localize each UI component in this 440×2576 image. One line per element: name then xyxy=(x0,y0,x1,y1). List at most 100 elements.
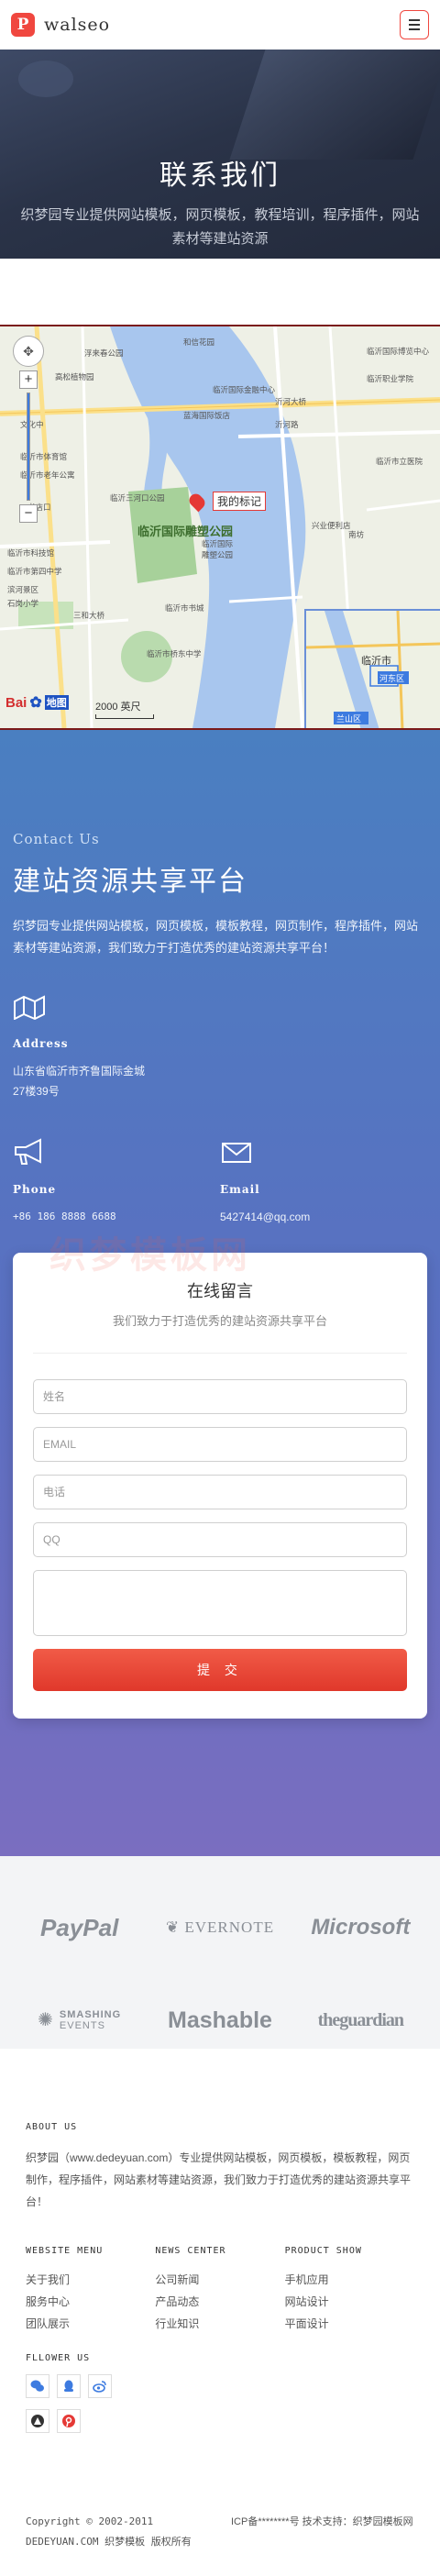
baidu-map[interactable]: 浮来春公园 高松植物园 文化中 临沂市体育馆 临沂市老年公寓 临沂市科技馆 临沂… xyxy=(0,325,440,730)
map-label: 兴业便利店 xyxy=(312,521,351,531)
map-label: 石岗小学 xyxy=(7,599,39,609)
map-label: 高松植物园 xyxy=(55,372,94,382)
map-zoom-out-button[interactable]: − xyxy=(19,504,38,523)
smashing-icon: ✺ xyxy=(38,2010,54,2030)
wechat-icon[interactable] xyxy=(26,2374,50,2398)
map-label: 临沂职业学院 xyxy=(367,374,414,384)
footer-link[interactable]: 产品动态 xyxy=(155,2291,284,2313)
footer-col-product: PRODUCT SHOW 手机应用 网站设计 平面设计 xyxy=(285,2246,414,2335)
map-label: 临沂市科技馆 xyxy=(7,548,54,558)
menu-toggle-button[interactable] xyxy=(400,10,429,39)
paypal-logo[interactable]: PayPal xyxy=(40,1914,118,1942)
mashable-logo[interactable]: Mashable xyxy=(168,2007,272,2034)
hamburger-icon xyxy=(409,19,420,21)
partner-logos: PayPal ❦ EVERNOTE Microsoft ✺ SMASHING E… xyxy=(0,1856,440,2049)
icp-text[interactable]: ICP备********号 技术支持：织梦园模板网 xyxy=(231,2512,414,2552)
phone-label: Phone xyxy=(13,1183,57,1196)
guardian-logo[interactable]: theguardian xyxy=(318,2010,404,2031)
name-input[interactable] xyxy=(33,1379,407,1414)
footer-link[interactable]: 关于我们 xyxy=(26,2269,155,2291)
phone-input[interactable] xyxy=(33,1475,407,1509)
email-label: Email xyxy=(220,1183,260,1196)
marker-label[interactable]: 我的标记 xyxy=(213,492,267,511)
map-label: 浮来春公园 xyxy=(84,348,124,359)
hero-background-cup xyxy=(18,61,73,97)
hero-subtitle: 织梦园专业提供网站模板，网页模板，教程培训，程序插件，网站素材等建站资源 xyxy=(20,207,420,247)
watermark: 织梦模板网 xyxy=(50,1234,251,1277)
evernote-icon: ❦ xyxy=(165,1918,181,1936)
footer-link[interactable]: 行业知识 xyxy=(155,2313,284,2335)
footer-link[interactable]: 平面设计 xyxy=(285,2313,414,2335)
baidu-logo-text: Bai xyxy=(6,694,28,711)
evernote-text: EVERNOTE xyxy=(184,1918,275,1936)
contact-eyebrow: Contact Us xyxy=(13,831,100,847)
map-overview[interactable]: 临沂市 河东区 兰山区 xyxy=(304,609,440,728)
message-form: 织梦模板网 在线留言 我们致力于打造优秀的建站资源共享平台 提 交 xyxy=(13,1234,427,1719)
weibo-icon[interactable] xyxy=(88,2374,112,2398)
footer-link[interactable]: 网站设计 xyxy=(285,2291,414,2313)
copyright-text: Copyright © 2002-2011 DEDEYUAN.COM 织梦模板 … xyxy=(26,2515,192,2548)
map-label: 临沂三河口公园 xyxy=(110,493,165,503)
envelope-icon xyxy=(222,1143,251,1163)
footer-link[interactable]: 手机应用 xyxy=(285,2269,414,2291)
contact-info-row: Phone +86 186 8888 6688 Email 5427414@qq… xyxy=(13,1138,427,1227)
smashing-logo[interactable]: ✺ SMASHING EVENTS xyxy=(38,2009,121,2031)
footer-link[interactable]: 服务中心 xyxy=(26,2291,155,2313)
message-textarea[interactable] xyxy=(33,1570,407,1636)
overview-district: 兰山区 xyxy=(336,713,361,724)
follow-heading: FLLOWER US xyxy=(26,2353,91,2363)
form-title: 在线留言 xyxy=(187,1282,253,1300)
address-label: Address xyxy=(13,1037,69,1050)
email-block: Email 5427414@qq.com xyxy=(220,1138,427,1227)
footer-col-news: NEWS CENTER 公司新闻 产品动态 行业知识 xyxy=(155,2246,284,2335)
form-subtitle: 我们致力于打造优秀的建站资源共享平台 xyxy=(33,1311,407,1354)
copyright-bar: Copyright © 2002-2011 DEDEYUAN.COM 织梦模板 … xyxy=(26,2512,414,2576)
page-title: 联系我们 xyxy=(160,160,280,191)
email-value[interactable]: 5427414@qq.com xyxy=(220,1207,427,1227)
site-header: P walseo xyxy=(0,0,440,50)
contact-description: 织梦园专业提供网站模板，网页模板，模板教程，网页制作，程序插件，网站素材等建站资… xyxy=(13,919,419,955)
map-label: 蓝海国际饭店 xyxy=(183,411,231,421)
phone-block: Phone +86 186 8888 6688 xyxy=(13,1138,220,1227)
megaphone-icon xyxy=(15,1138,41,1165)
brand[interactable]: P walseo xyxy=(11,13,110,37)
map-pan-icon[interactable]: ✥ xyxy=(13,336,44,367)
map-park-label: 临沂国际雕塑公园 xyxy=(138,525,233,539)
overview-mark: 河东区 xyxy=(380,673,404,684)
map-label: 三和大桥 xyxy=(73,611,105,621)
map-marker[interactable]: 我的标记 xyxy=(186,491,267,513)
phone-value: +86 186 8888 6688 xyxy=(13,1211,116,1222)
contact-section: Contact Us 建站资源共享平台 织梦园专业提供网站模板，网页模板，模板教… xyxy=(0,730,440,1856)
follow-us: FLLOWER US xyxy=(26,2353,414,2433)
footer-link[interactable]: 公司新闻 xyxy=(155,2269,284,2291)
map-label: 南坊 xyxy=(348,530,365,540)
evernote-logo[interactable]: ❦ EVERNOTE xyxy=(166,1918,274,1937)
map-icon xyxy=(14,995,45,1021)
map-label: 临沂市书城 xyxy=(165,603,204,614)
p-logo-icon: P xyxy=(11,13,35,37)
douban-icon[interactable] xyxy=(26,2409,50,2433)
map-scale: 2000 英尺 xyxy=(95,699,154,719)
submit-button[interactable]: 提 交 xyxy=(33,1649,407,1691)
map-label: 临沂国际 xyxy=(202,539,234,549)
overview-canvas: 临沂市 河东区 兰山区 xyxy=(306,611,440,728)
map-zoom-in-button[interactable]: + xyxy=(19,370,38,389)
baidu-map-logo: Bai ✿ 地图 xyxy=(6,693,69,712)
email-input[interactable] xyxy=(33,1427,407,1462)
pinterest-icon[interactable] xyxy=(57,2409,81,2433)
smashing-text: SMASHING xyxy=(59,2009,122,2020)
about-text: 织梦园（www.dedeyuan.com）专业提供网站模板，网页模板，模板教程，… xyxy=(26,2151,412,2208)
footer-col-menu: WEBSITE MENU 关于我们 服务中心 团队展示 xyxy=(26,2246,155,2335)
map-label: 临沂市桥东中学 xyxy=(147,649,202,659)
microsoft-logo[interactable]: Microsoft xyxy=(311,1915,410,1940)
footer-link[interactable]: 团队展示 xyxy=(26,2313,155,2335)
map-pin-icon[interactable] xyxy=(186,491,208,513)
baidu-paw-icon: ✿ xyxy=(29,695,42,711)
qq-input[interactable] xyxy=(33,1522,407,1557)
hero-background-laptop xyxy=(229,50,440,160)
col3-heading: PRODUCT SHOW xyxy=(284,2246,362,2256)
col2-heading: NEWS CENTER xyxy=(155,2246,226,2256)
map-zoom-slider[interactable] xyxy=(27,392,30,501)
qq-icon[interactable] xyxy=(57,2374,81,2398)
contact-title: 建站资源共享平台 xyxy=(13,867,248,897)
